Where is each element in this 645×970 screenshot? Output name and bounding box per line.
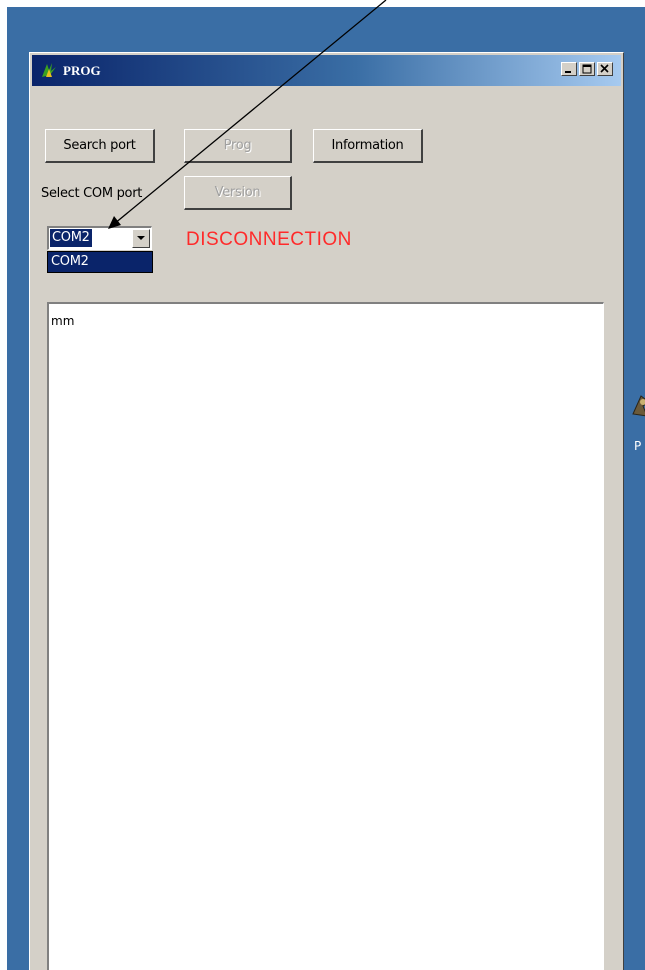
log-output[interactable]: mm bbox=[47, 302, 604, 970]
chevron-down-icon bbox=[137, 236, 145, 240]
maximize-button[interactable] bbox=[579, 62, 595, 76]
search-port-button[interactable]: Search port bbox=[45, 129, 155, 163]
prog-button[interactable]: Prog bbox=[184, 129, 292, 163]
version-button[interactable]: Version bbox=[184, 176, 292, 210]
desktop-icon-label[interactable]: P 2 bbox=[634, 439, 645, 453]
minimize-button[interactable] bbox=[561, 62, 577, 76]
window-controls bbox=[561, 62, 613, 76]
program-icon bbox=[42, 63, 56, 77]
connection-status: DISCONNECTION bbox=[186, 229, 352, 250]
maximize-icon bbox=[582, 64, 592, 74]
minimize-icon bbox=[565, 71, 571, 73]
window-title: PROG bbox=[63, 63, 101, 78]
com-port-option[interactable]: COM2 bbox=[51, 254, 89, 269]
com-port-select[interactable]: COM2 bbox=[47, 226, 152, 250]
com-port-selected-value: COM2 bbox=[50, 229, 92, 247]
dropdown-arrow-button[interactable] bbox=[132, 229, 150, 248]
log-text: mm bbox=[51, 314, 75, 328]
com-port-dropdown-list: COM2 bbox=[47, 251, 153, 273]
desktop-shortcut-icon[interactable] bbox=[629, 392, 645, 420]
close-icon bbox=[600, 64, 609, 73]
information-button[interactable]: Information bbox=[313, 129, 423, 163]
select-com-port-label: Select COM port bbox=[41, 186, 143, 201]
title-bar[interactable]: PROG bbox=[32, 55, 621, 86]
close-button[interactable] bbox=[597, 62, 613, 76]
